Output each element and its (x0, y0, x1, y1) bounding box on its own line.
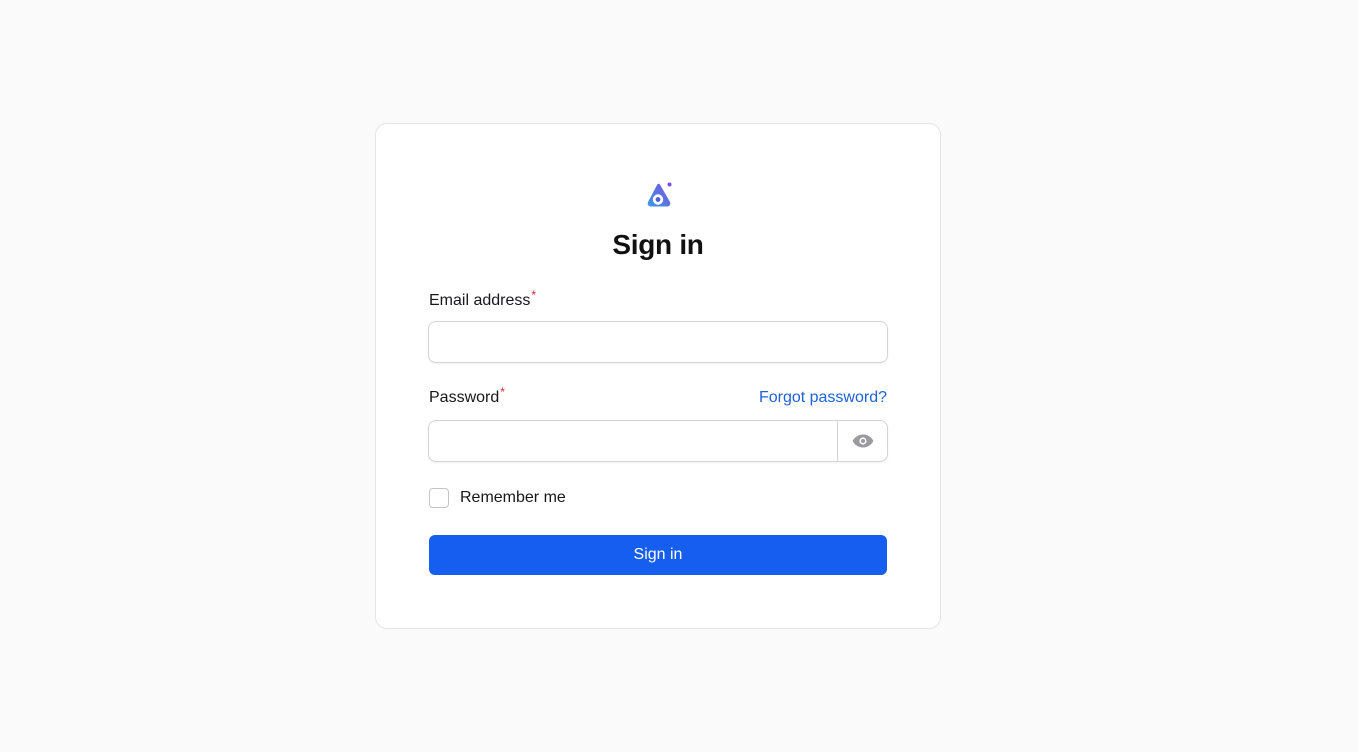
sign-in-button[interactable]: Sign in (429, 535, 887, 575)
remember-me-checkbox[interactable] (429, 488, 449, 508)
password-label-text: Password (429, 389, 500, 406)
remember-me-label[interactable]: Remember me (460, 489, 566, 507)
show-password-button[interactable] (837, 421, 887, 461)
password-input[interactable] (429, 421, 837, 461)
email-input[interactable] (428, 321, 888, 363)
forgot-password-link[interactable]: Forgot password? (759, 389, 887, 407)
required-marker: * (500, 385, 505, 399)
email-label-text: Email address (429, 292, 531, 309)
page-title: Sign in (612, 229, 704, 260)
required-marker: * (531, 288, 537, 302)
sign-in-card: Sign in Email address* Password* Forgot … (375, 123, 941, 629)
email-label: Email address* (429, 288, 536, 310)
eye-icon (852, 434, 873, 448)
remember-me-row: Remember me (429, 488, 566, 508)
password-field (428, 420, 888, 462)
app-logo-icon (647, 182, 672, 207)
password-label: Password* (429, 385, 505, 407)
